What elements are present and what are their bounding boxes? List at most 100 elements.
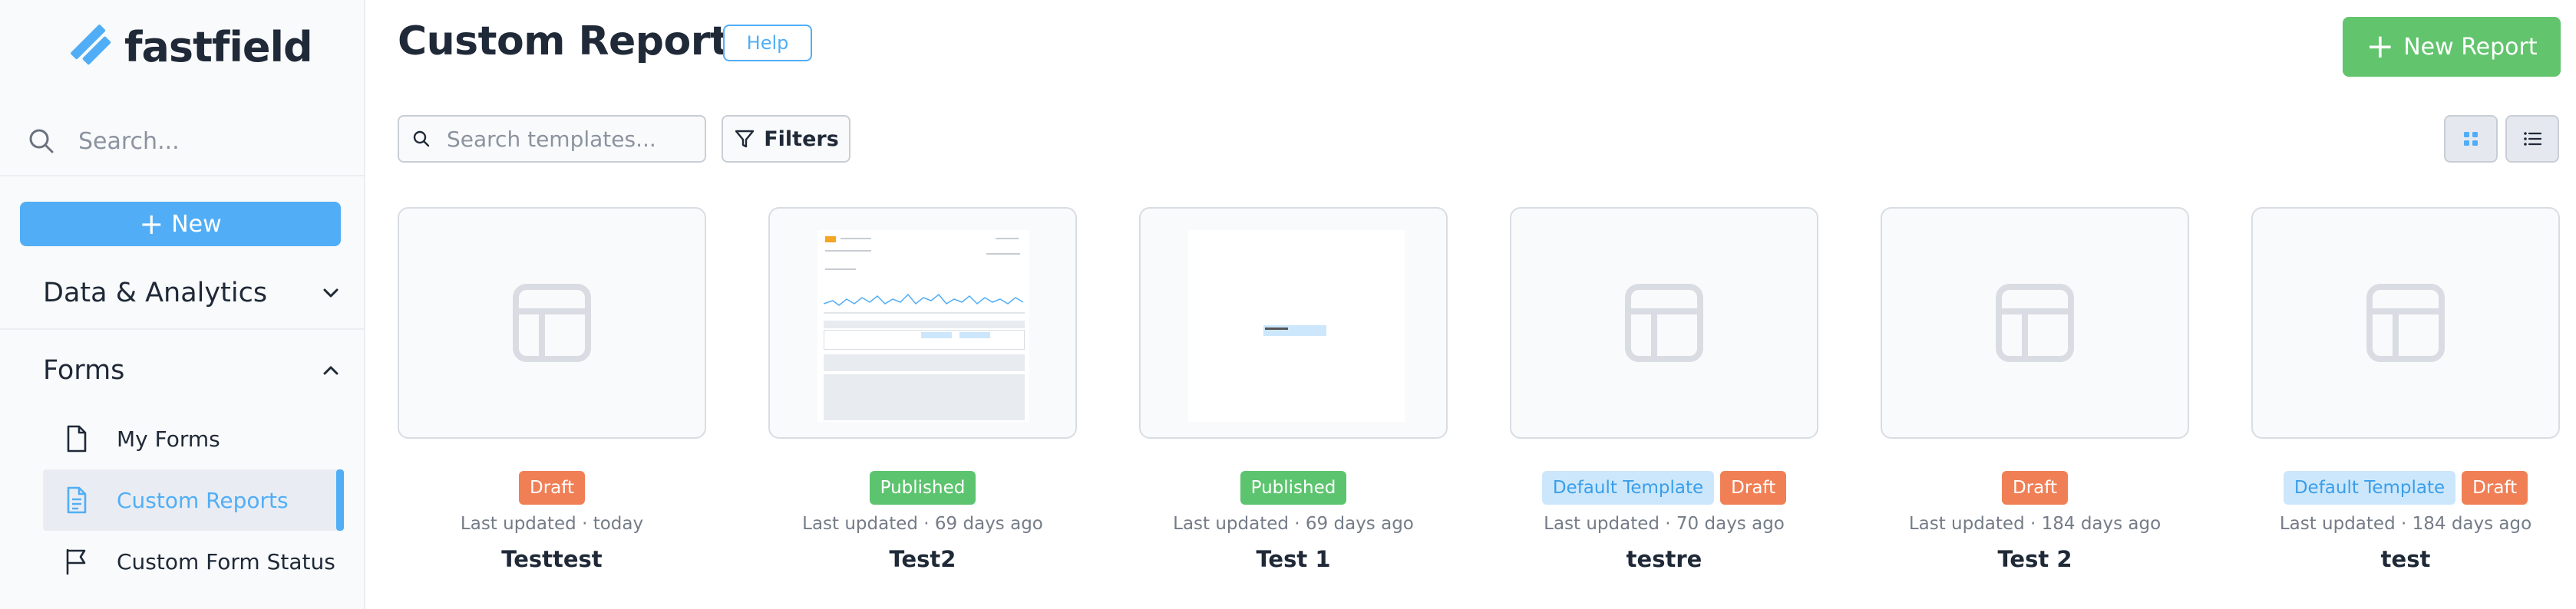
preview-text-line: [825, 268, 856, 270]
section-divider: [0, 328, 364, 330]
template-placeholder-icon: [1625, 284, 1703, 362]
sidebar: fastfield Search... + New Data & Analyti…: [0, 0, 365, 609]
file-icon: [67, 425, 87, 453]
last-updated: Last updated · 69 days ago: [802, 514, 1043, 534]
new-button-label: New: [171, 210, 222, 238]
grid-view-button[interactable]: [2444, 115, 2498, 163]
report-thumbnail[interactable]: [2251, 207, 2560, 439]
report-preview-image: [1188, 230, 1405, 422]
preview-logo: [825, 236, 836, 242]
report-name[interactable]: Test2: [768, 546, 1077, 572]
badge-row: Published: [1139, 471, 1448, 505]
report-thumbnail[interactable]: [768, 207, 1077, 439]
report-thumbnail[interactable]: [1881, 207, 2189, 439]
preview-section: [824, 374, 1025, 420]
sidebar-item-my-forms[interactable]: My Forms: [43, 408, 342, 469]
help-button[interactable]: Help: [723, 25, 812, 61]
plus-icon: +: [139, 207, 164, 241]
template-placeholder-icon: [2366, 284, 2445, 362]
sidebar-item-label: My Forms: [117, 426, 220, 452]
report-card[interactable]: Default Template Draft Last updated · 70…: [1510, 207, 1818, 575]
report-name[interactable]: testre: [1510, 546, 1818, 572]
report-thumbnail[interactable]: [398, 207, 706, 439]
status-badge: Draft: [1720, 471, 1787, 505]
sidebar-item-label: Custom Form Status: [117, 548, 335, 574]
sidebar-item-custom-form-status[interactable]: Custom Form Status: [43, 531, 342, 592]
template-placeholder-icon: [1996, 284, 2074, 362]
last-updated: Last updated · today: [460, 514, 644, 534]
report-card[interactable]: Draft Last updated · today Testtest: [398, 207, 706, 575]
report-card[interactable]: Draft Last updated · 184 days ago Test 2: [1881, 207, 2189, 575]
page-title: Custom Reports: [398, 18, 752, 64]
chevron-up-icon: [323, 366, 339, 375]
search-icon: [29, 129, 54, 153]
report-name[interactable]: Test 2: [1881, 546, 2189, 572]
preview-table-cell: [959, 332, 990, 338]
list-view-button[interactable]: [2505, 115, 2559, 163]
report-card[interactable]: Published Last updated · 69 days ago Tes…: [768, 207, 1077, 575]
sidebar-item-custom-reports[interactable]: Custom Reports: [43, 469, 344, 531]
badge-row: Default Template Draft: [1510, 471, 1818, 505]
badge-row: Default Template Draft: [2251, 471, 2560, 505]
template-search-placeholder: Search templates...: [447, 126, 656, 152]
report-card[interactable]: Published Last updated · 69 days ago Tes…: [1139, 207, 1448, 575]
default-template-badge: Default Template: [1541, 471, 1715, 505]
plus-icon: +: [2366, 27, 2395, 66]
section-forms[interactable]: Forms: [43, 355, 342, 386]
sidebar-item-label: Custom Reports: [117, 487, 289, 513]
file-text-icon: [67, 486, 87, 514]
template-search-input[interactable]: Search templates...: [398, 115, 706, 163]
preview-text-line: [996, 238, 1019, 239]
filters-button[interactable]: Filters: [722, 115, 850, 163]
report-name[interactable]: test: [2251, 546, 2560, 572]
app-root: fastfield Search... + New Data & Analyti…: [0, 0, 2576, 609]
active-indicator: [336, 469, 344, 531]
preview-text-line: [1265, 328, 1288, 330]
last-updated: Last updated · 70 days ago: [1544, 514, 1785, 534]
search-icon: [413, 130, 430, 147]
fastfield-logo-icon: [71, 25, 111, 65]
default-template-badge: Default Template: [2283, 471, 2456, 505]
status-badge: Published: [869, 471, 976, 505]
report-thumbnail[interactable]: [1510, 207, 1818, 439]
report-name[interactable]: Testtest: [398, 546, 706, 572]
chevron-down-icon: [323, 288, 339, 298]
filters-label: Filters: [764, 127, 839, 151]
last-updated: Last updated · 184 days ago: [2279, 514, 2532, 534]
brand-name: fastfield: [124, 22, 313, 71]
last-updated: Last updated · 69 days ago: [1173, 514, 1414, 534]
preview-table-header: [824, 321, 1025, 328]
preview-table: [824, 330, 1025, 350]
preview-line-chart: [824, 293, 1025, 314]
status-badge: Published: [1240, 471, 1347, 505]
badge-row: Draft: [1881, 471, 2189, 505]
sidebar-search[interactable]: Search...: [0, 107, 364, 176]
report-card[interactable]: Default Template Draft Last updated · 18…: [2251, 207, 2560, 575]
report-thumbnail[interactable]: [1139, 207, 1448, 439]
flag-icon: [66, 548, 86, 575]
sidebar-search-placeholder: Search...: [78, 127, 180, 155]
template-placeholder-icon: [513, 284, 591, 362]
section-data-analytics[interactable]: Data & Analytics: [43, 278, 342, 308]
preview-table-cell: [921, 332, 952, 338]
report-preview-image: [817, 230, 1029, 422]
new-report-button[interactable]: + New Report: [2343, 17, 2561, 77]
grid-icon: [2464, 132, 2478, 146]
preview-text-line: [986, 253, 1020, 255]
new-report-label: New Report: [2403, 33, 2538, 61]
list-icon: [2524, 132, 2542, 146]
preview-section: [824, 354, 1025, 371]
badge-row: Draft: [398, 471, 706, 505]
brand-logo[interactable]: fastfield: [71, 21, 313, 72]
preview-text-line: [841, 238, 871, 239]
preview-text-line: [825, 250, 871, 252]
preview-text-block: [1263, 325, 1326, 336]
status-badge: Draft: [519, 471, 585, 505]
section-label: Forms: [43, 355, 125, 386]
filter-icon: [735, 130, 755, 148]
status-badge: Draft: [2462, 471, 2528, 505]
report-name[interactable]: Test 1: [1139, 546, 1448, 572]
status-badge: Draft: [2002, 471, 2068, 505]
badge-row: Published: [768, 471, 1077, 505]
new-button[interactable]: + New: [20, 202, 341, 246]
